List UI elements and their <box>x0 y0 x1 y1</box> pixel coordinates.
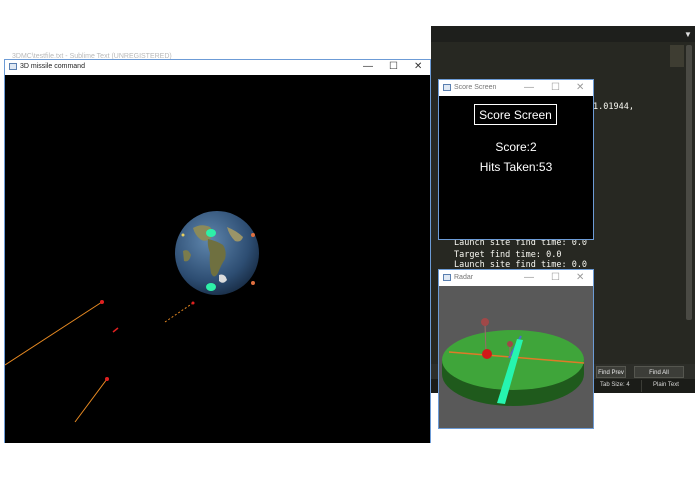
code-fragment: 1.01944, <box>593 102 634 112</box>
radar-close-button[interactable]: ✕ <box>576 273 584 283</box>
tab-dropdown-icon[interactable]: ▼ <box>684 30 692 39</box>
score-minimize-button[interactable]: — <box>524 83 534 93</box>
radar-contact <box>482 349 492 359</box>
base-marker <box>251 281 255 285</box>
game-scene <box>5 211 259 423</box>
base-marker <box>251 233 255 237</box>
editor-tab-bar <box>431 26 695 42</box>
find-prev-button[interactable]: Find Prev <box>596 366 626 378</box>
tab-size-indicator[interactable]: Tab Size: 4 <box>600 382 630 388</box>
minimap[interactable] <box>670 45 684 67</box>
score-window-title: Score Screen <box>454 84 497 91</box>
syntax-indicator[interactable]: Plain Text <box>653 382 679 388</box>
app-icon <box>9 63 17 70</box>
hits-taken-value: Hits Taken:53 <box>479 160 553 174</box>
find-all-button[interactable]: Find All <box>634 366 684 378</box>
missile-head <box>191 301 195 305</box>
app-icon <box>443 84 451 91</box>
missile-trail <box>164 302 194 323</box>
game-close-button[interactable]: ✕ <box>414 62 422 72</box>
radar-window-title: Radar <box>454 274 474 281</box>
game-minimize-button[interactable]: — <box>363 62 373 72</box>
earth-globe <box>175 211 259 295</box>
score-heading: Score Screen <box>479 108 552 122</box>
missile-head <box>105 377 109 381</box>
game-window-title: 3D missile command <box>20 63 85 70</box>
radar-contact <box>507 341 513 347</box>
base-marker <box>206 229 216 237</box>
radar-contact <box>481 318 489 326</box>
missile-head <box>100 300 104 304</box>
editor-scrollbar[interactable] <box>686 45 692 320</box>
score-maximize-button[interactable]: ☐ <box>551 83 560 93</box>
app-icon <box>443 274 451 281</box>
radar-viewport[interactable] <box>439 286 593 428</box>
game-maximize-button[interactable]: ☐ <box>389 62 398 72</box>
missile-trail <box>74 378 108 423</box>
radar-scene <box>442 318 585 406</box>
missile-head <box>112 327 119 333</box>
console-line: Target find time: 0.0 <box>454 250 562 260</box>
missile-trail <box>5 301 103 366</box>
radar-minimize-button[interactable]: — <box>524 273 534 283</box>
radar-maximize-button[interactable]: ☐ <box>551 273 560 283</box>
status-divider <box>641 380 642 392</box>
score-value: Score:2 <box>495 140 537 154</box>
score-close-button[interactable]: ✕ <box>576 83 584 93</box>
base-marker <box>206 283 216 291</box>
desktop: 3DMC\testfile.txt - Sublime Text (UNREGI… <box>0 0 695 494</box>
base-marker <box>181 233 185 237</box>
game-viewport[interactable] <box>5 75 430 443</box>
